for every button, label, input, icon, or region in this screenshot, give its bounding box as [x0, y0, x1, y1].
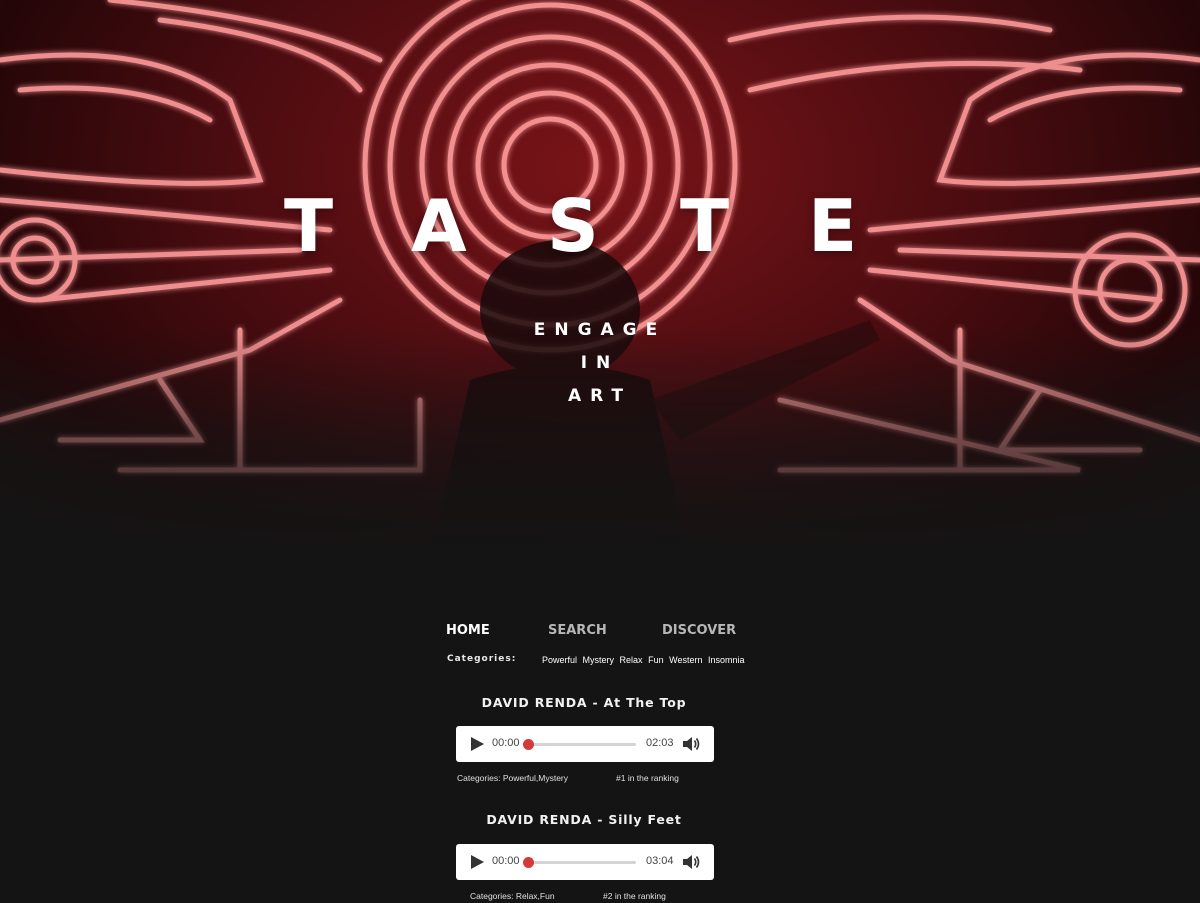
hero-banner: T A S T E ENGAGE IN ART — [0, 0, 1200, 560]
seek-handle[interactable] — [523, 739, 534, 750]
seek-bar[interactable] — [523, 857, 636, 868]
play-icon[interactable] — [471, 737, 484, 751]
tagline-line: ART — [567, 386, 633, 406]
category-western[interactable]: Western — [669, 655, 702, 665]
seek-bar[interactable] — [523, 739, 636, 750]
duration: 02:03 — [646, 737, 674, 749]
category-relax[interactable]: Relax — [620, 655, 643, 665]
main-nav: HOME SEARCH DISCOVER — [0, 623, 1200, 643]
tagline-line: IN — [580, 353, 620, 373]
track-ranking: #1 in the ranking — [616, 773, 679, 783]
categories-label: Categories: — [447, 654, 517, 664]
category-mystery[interactable]: Mystery — [583, 655, 615, 665]
duration: 03:04 — [646, 855, 674, 867]
tagline-line: ENGAGE — [533, 320, 667, 340]
track-categories: Categories: Relax,Fun — [470, 891, 555, 901]
track-categories: Categories: Powerful,Mystery — [457, 773, 569, 783]
seek-handle[interactable] — [523, 857, 534, 868]
volume-icon[interactable] — [681, 735, 701, 753]
audio-player: 00:00 03:04 — [456, 844, 714, 880]
category-powerful[interactable]: Powerful — [542, 655, 577, 665]
volume-icon[interactable] — [681, 853, 701, 871]
track-title: DAVID RENDA - At The Top — [481, 695, 687, 710]
title-letter: A — [411, 184, 467, 268]
play-icon[interactable] — [471, 855, 484, 869]
title-letter: T — [680, 184, 730, 268]
category-list: Powerful Mystery Relax Fun Western Insom… — [542, 655, 748, 665]
nav-search[interactable]: SEARCH — [548, 623, 607, 638]
current-time: 00:00 — [492, 737, 520, 749]
title-letter: E — [808, 184, 858, 268]
current-time: 00:00 — [492, 855, 520, 867]
nav-discover[interactable]: DISCOVER — [662, 623, 736, 638]
track-ranking: #2 in the ranking — [603, 891, 666, 901]
track-title: DAVID RENDA - Silly Feet — [486, 812, 682, 827]
title-letter: S — [547, 184, 599, 268]
title-letter: T — [284, 184, 334, 268]
audio-player: 00:00 02:03 — [456, 726, 714, 762]
category-fun[interactable]: Fun — [648, 655, 664, 665]
category-insomnia[interactable]: Insomnia — [708, 655, 745, 665]
nav-home[interactable]: HOME — [446, 623, 490, 638]
